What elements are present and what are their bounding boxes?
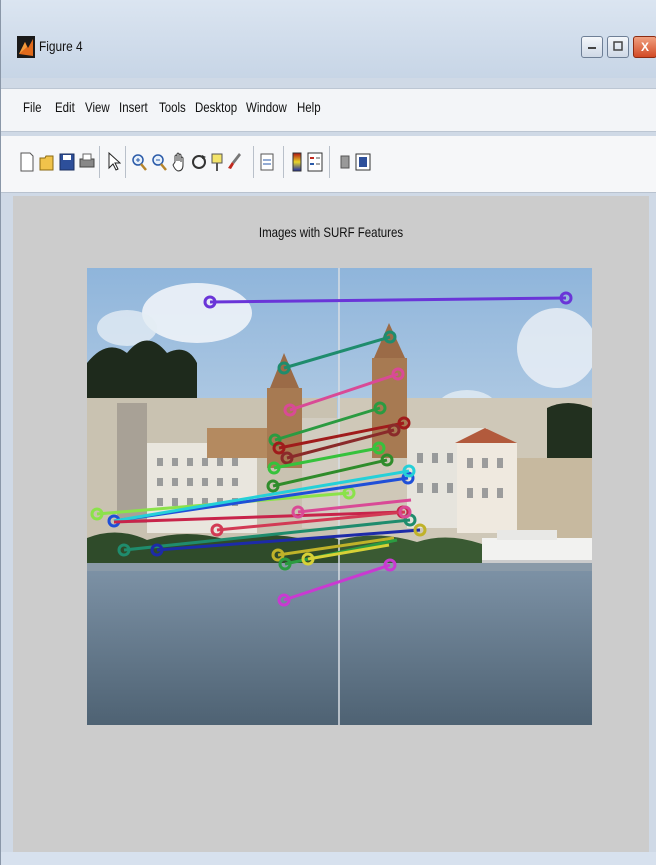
- open-icon[interactable]: [39, 150, 55, 174]
- menu-view[interactable]: View: [85, 99, 110, 115]
- status-bar: [1, 852, 656, 865]
- show-plot-tools-icon[interactable]: [355, 150, 371, 174]
- maximize-button[interactable]: [607, 36, 629, 58]
- minimize-icon: [587, 40, 597, 54]
- menu-tools[interactable]: Tools: [159, 99, 186, 115]
- toolbar-separator: [253, 146, 254, 178]
- plot-title: Images with SURF Features: [258, 224, 404, 240]
- figure-canvas: Images with SURF Features: [13, 196, 649, 852]
- close-button[interactable]: X: [633, 36, 656, 58]
- matlab-logo-icon: [17, 36, 35, 58]
- matched-features-image: [87, 268, 592, 725]
- data-cursor-icon[interactable]: [209, 150, 225, 174]
- link-plot-icon[interactable]: [259, 150, 275, 174]
- zoom-out-icon[interactable]: [151, 150, 167, 174]
- minimize-button[interactable]: [581, 36, 603, 58]
- new-figure-icon[interactable]: [19, 150, 35, 174]
- brush-icon[interactable]: [227, 150, 243, 174]
- rotate-3d-icon[interactable]: [191, 150, 207, 174]
- menu-insert[interactable]: Insert: [119, 99, 148, 115]
- title-bar: Figure 4 X: [1, 0, 656, 78]
- window-title: Figure 4: [39, 38, 83, 54]
- legend-icon[interactable]: [307, 150, 323, 174]
- save-icon[interactable]: [59, 150, 75, 174]
- menu-window[interactable]: Window: [246, 99, 287, 115]
- zoom-in-icon[interactable]: [131, 150, 147, 174]
- menu-edit[interactable]: Edit: [55, 99, 75, 115]
- pan-icon[interactable]: [171, 150, 187, 174]
- colorbar-icon[interactable]: [289, 150, 305, 174]
- menu-help[interactable]: Help: [297, 99, 321, 115]
- menu-desktop[interactable]: Desktop: [195, 99, 237, 115]
- hide-plot-tools-icon[interactable]: [337, 150, 353, 174]
- toolbar-separator: [329, 146, 330, 178]
- surf-image-pair: [87, 268, 592, 725]
- menu-bar: File Edit View Insert Tools Desktop Wind…: [1, 88, 656, 132]
- toolbar-separator: [125, 146, 126, 178]
- print-icon[interactable]: [79, 150, 95, 174]
- toolbar-separator: [283, 146, 284, 178]
- figure-window: Figure 4 X File Edit View Insert Tools D…: [0, 0, 656, 865]
- toolbar-separator: [99, 146, 100, 178]
- pointer-icon[interactable]: [105, 150, 121, 174]
- maximize-icon: [613, 40, 623, 54]
- close-icon: X: [640, 40, 649, 54]
- menu-file[interactable]: File: [23, 99, 42, 115]
